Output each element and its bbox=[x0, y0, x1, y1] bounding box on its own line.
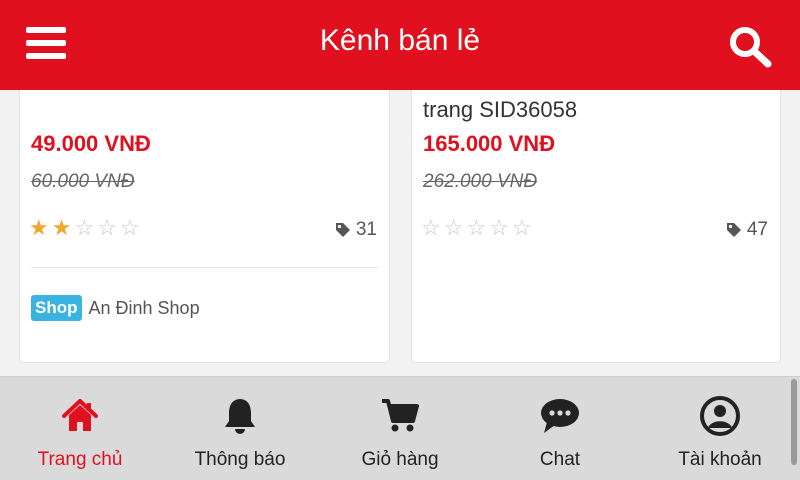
star-empty-icon: ☆ bbox=[119, 215, 143, 240]
shop-info[interactable]: Shop An Đinh Shop bbox=[31, 295, 200, 321]
nav-item-notifications[interactable]: Thông báo bbox=[160, 377, 320, 480]
star-empty-icon: ☆ bbox=[511, 215, 535, 240]
rating-stars: ☆☆☆☆☆ bbox=[421, 217, 535, 239]
nav-label: Trang chủ bbox=[37, 449, 123, 470]
star-empty-icon: ☆ bbox=[74, 215, 98, 240]
nav-label: Giỏ hàng bbox=[361, 449, 439, 470]
nav-label: Chat bbox=[539, 449, 581, 470]
nav-item-chat[interactable]: Chat bbox=[480, 377, 640, 480]
nav-label: Thông báo bbox=[194, 449, 286, 470]
nav-item-cart[interactable]: Giỏ hàng bbox=[320, 377, 480, 480]
scrollbar[interactable] bbox=[791, 379, 797, 465]
tag-count: 31 bbox=[334, 219, 377, 241]
product-old-price: 60.000 VNĐ bbox=[31, 171, 135, 192]
product-price: 165.000 VNĐ bbox=[423, 131, 556, 156]
bottom-navigation: Trang chủ Thông báo Giỏ hàng Chat Tài kh… bbox=[0, 376, 800, 480]
star-empty-icon: ☆ bbox=[466, 215, 490, 240]
chat-icon bbox=[541, 399, 579, 433]
product-old-price: 262.000 VNĐ bbox=[423, 171, 538, 192]
account-icon bbox=[700, 396, 740, 436]
star-empty-icon: ☆ bbox=[421, 215, 444, 240]
star-empty-icon: ☆ bbox=[97, 215, 120, 240]
tag-icon bbox=[726, 223, 741, 237]
tag-icon bbox=[335, 223, 350, 237]
app-header: Kênh bán lẻ bbox=[0, 0, 800, 90]
nav-item-account[interactable]: Tài khoản bbox=[640, 377, 800, 480]
home-icon bbox=[62, 399, 98, 431]
product-name: trang SID36058 bbox=[423, 97, 578, 122]
divider bbox=[31, 267, 378, 268]
star-empty-icon: ☆ bbox=[443, 215, 467, 240]
tag-count-value: 31 bbox=[355, 219, 377, 240]
search-icon[interactable] bbox=[726, 24, 774, 68]
nav-item-home[interactable]: Trang chủ bbox=[0, 377, 160, 480]
cart-icon bbox=[382, 399, 419, 432]
product-list: 49.000 VNĐ 60.000 VNĐ ★★☆☆☆ 31 Shop An Đ… bbox=[0, 90, 800, 376]
shop-badge: Shop bbox=[31, 295, 82, 321]
bell-icon bbox=[225, 399, 255, 434]
rating-stars: ★★☆☆☆ bbox=[29, 217, 143, 239]
nav-label: Tài khoản bbox=[678, 449, 762, 470]
product-card[interactable]: trang SID36058 165.000 VNĐ 262.000 VNĐ ☆… bbox=[411, 90, 781, 363]
shop-name[interactable]: An Đinh Shop bbox=[89, 298, 200, 319]
tag-count-value: 47 bbox=[746, 219, 768, 240]
star-filled-icon: ★ bbox=[51, 215, 75, 240]
page-title: Kênh bán lẻ bbox=[319, 24, 481, 57]
product-card[interactable]: 49.000 VNĐ 60.000 VNĐ ★★☆☆☆ 31 Shop An Đ… bbox=[19, 90, 390, 363]
star-empty-icon: ☆ bbox=[489, 215, 512, 240]
tag-count: 47 bbox=[725, 219, 768, 241]
product-price: 49.000 VNĐ bbox=[31, 131, 151, 156]
star-filled-icon: ★ bbox=[29, 215, 52, 240]
